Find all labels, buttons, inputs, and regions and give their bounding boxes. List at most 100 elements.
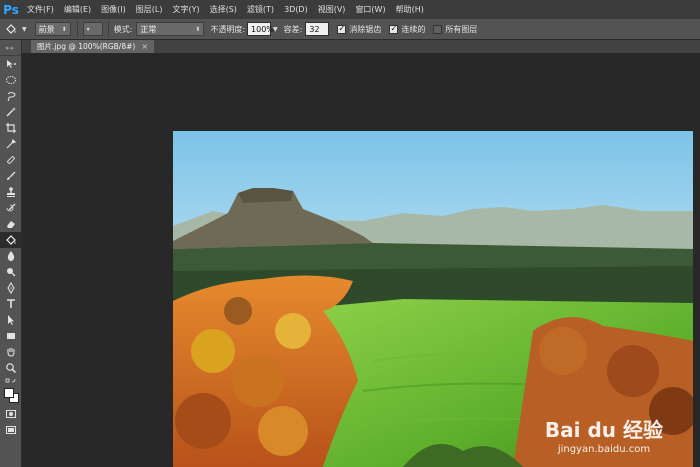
marquee-icon bbox=[6, 76, 16, 84]
quick-mask-tool[interactable] bbox=[0, 406, 22, 422]
all-layers-option[interactable]: 所有图层 bbox=[433, 24, 477, 35]
history-brush-icon bbox=[6, 203, 16, 212]
contiguous-checkbox[interactable]: ✓ bbox=[389, 24, 399, 34]
document-tab[interactable]: 图片.jpg @ 100%(RGB/8#) × bbox=[31, 40, 155, 53]
canvas-area[interactable]: Bai du 经验 jingyan.baidu.com bbox=[22, 53, 700, 467]
marquee-tool[interactable] bbox=[0, 72, 22, 88]
menu-help[interactable]: 帮助(H) bbox=[391, 0, 429, 19]
chevron-down-icon: ⬍ bbox=[195, 25, 201, 33]
tolerance-label: 容差: bbox=[283, 24, 303, 34]
mode-value: 正常 bbox=[140, 24, 157, 34]
antialias-option[interactable]: ✓ 消除锯齿 bbox=[337, 24, 381, 35]
menu-bar: Ps 文件(F) 编辑(E) 图像(I) 图层(L) 文字(Y) 选择(S) 滤… bbox=[0, 0, 700, 19]
quick-mask-icon bbox=[6, 410, 16, 418]
blur-tool[interactable] bbox=[0, 248, 22, 264]
default-colors-toggle[interactable] bbox=[0, 376, 22, 386]
move-icon bbox=[7, 60, 16, 68]
healing-brush-icon bbox=[7, 156, 15, 164]
blur-icon bbox=[7, 251, 15, 261]
antialias-label: 消除锯齿 bbox=[349, 24, 382, 34]
path-selection-tool[interactable] bbox=[0, 312, 22, 328]
paint-bucket-tool[interactable] bbox=[0, 232, 22, 248]
lasso-tool[interactable] bbox=[0, 88, 22, 104]
antialias-checkbox[interactable]: ✓ bbox=[337, 24, 347, 34]
all-layers-checkbox[interactable] bbox=[433, 24, 443, 34]
opacity-label: 不透明度: bbox=[210, 24, 246, 34]
dodge-icon bbox=[7, 268, 16, 277]
paint-bucket-icon bbox=[6, 24, 16, 34]
swap-colors-icon bbox=[5, 378, 16, 383]
hand-tool[interactable] bbox=[0, 344, 22, 360]
chevron-down-icon[interactable]: ▼ bbox=[22, 26, 27, 33]
divider bbox=[107, 21, 109, 37]
menu-file[interactable]: 文件(F) bbox=[22, 0, 59, 19]
tool-preset-picker[interactable] bbox=[0, 23, 22, 35]
healing-brush-tool[interactable] bbox=[0, 152, 22, 168]
mode-label: 模式: bbox=[113, 24, 133, 34]
pen-tool[interactable] bbox=[0, 280, 22, 296]
menu-window[interactable]: 窗口(W) bbox=[350, 0, 390, 19]
move-tool[interactable] bbox=[0, 56, 22, 72]
document-tab-title: 图片.jpg @ 100%(RGB/8#) bbox=[37, 42, 136, 51]
brush-tool[interactable] bbox=[0, 168, 22, 184]
fill-source-value: 前景 bbox=[38, 24, 55, 34]
menu-image[interactable]: 图像(I) bbox=[96, 0, 131, 19]
menu-filter[interactable]: 滤镜(T) bbox=[242, 0, 279, 19]
crop-icon bbox=[6, 123, 16, 133]
screen-mode-tool[interactable] bbox=[0, 422, 22, 438]
mode-select[interactable]: 正常 ⬍ bbox=[136, 22, 205, 36]
toolbox-grip[interactable]: ▸▸ bbox=[0, 40, 21, 56]
eyedropper-tool[interactable] bbox=[0, 136, 22, 152]
zoom-icon bbox=[6, 363, 17, 374]
watermark-url: jingyan.baidu.com bbox=[557, 444, 651, 455]
menu-type[interactable]: 文字(Y) bbox=[167, 0, 204, 19]
menu-layer[interactable]: 图层(L) bbox=[131, 0, 168, 19]
watermark: Bai du 经验 jingyan.baidu.com bbox=[545, 414, 663, 455]
close-icon[interactable]: × bbox=[141, 42, 148, 51]
color-swatches bbox=[0, 386, 22, 406]
menu-select[interactable]: 选择(S) bbox=[205, 0, 242, 19]
divider bbox=[76, 21, 78, 37]
fill-source-select[interactable]: 前景 ⬍ bbox=[34, 22, 71, 36]
paint-bucket-icon bbox=[6, 235, 16, 245]
rectangle-icon bbox=[7, 333, 15, 339]
type-tool[interactable] bbox=[0, 296, 22, 312]
opacity-input[interactable]: 100% bbox=[247, 22, 274, 36]
chevron-down-icon: ▾ bbox=[86, 25, 90, 33]
clone-stamp-tool[interactable] bbox=[0, 184, 22, 200]
eraser-tool[interactable] bbox=[0, 216, 22, 232]
zoom-tool[interactable] bbox=[0, 360, 22, 376]
document-tab-bar: 图片.jpg @ 100%(RGB/8#) × bbox=[22, 40, 700, 53]
dodge-tool[interactable] bbox=[0, 264, 22, 280]
options-bar: ▼ 前景 ⬍ ▾ 模式: 正常 ⬍ 不透明度: 100% ▼ 容差: 32 ✓ … bbox=[0, 19, 700, 40]
magic-wand-icon bbox=[6, 107, 16, 117]
eraser-icon bbox=[7, 221, 15, 228]
type-icon bbox=[7, 299, 15, 308]
menu-view[interactable]: 视图(V) bbox=[313, 0, 351, 19]
tolerance-input[interactable]: 32 bbox=[305, 22, 330, 36]
watermark-logo: Bai du 经验 bbox=[544, 418, 663, 442]
clone-stamp-icon bbox=[7, 187, 15, 197]
pattern-picker[interactable]: ▾ bbox=[82, 22, 103, 36]
menu-3d[interactable]: 3D(D) bbox=[279, 0, 313, 19]
menu-edit[interactable]: 编辑(E) bbox=[59, 0, 96, 19]
hand-icon bbox=[7, 348, 15, 357]
lasso-icon bbox=[7, 92, 16, 102]
contiguous-label: 连续的 bbox=[401, 24, 426, 34]
screen-mode-icon bbox=[6, 426, 16, 434]
path-selection-icon bbox=[8, 315, 14, 325]
foreground-color-swatch[interactable] bbox=[4, 388, 14, 398]
toolbox: ▸▸ bbox=[0, 40, 22, 467]
document-canvas[interactable]: Bai du 经验 jingyan.baidu.com bbox=[173, 131, 693, 467]
chevron-down-icon: ⬍ bbox=[61, 25, 67, 33]
all-layers-label: 所有图层 bbox=[445, 24, 478, 34]
contiguous-option[interactable]: ✓ 连续的 bbox=[389, 24, 425, 35]
history-brush-tool[interactable] bbox=[0, 200, 22, 216]
magic-wand-tool[interactable] bbox=[0, 104, 22, 120]
app-logo: Ps bbox=[3, 2, 19, 17]
pen-icon bbox=[7, 282, 15, 294]
rectangle-tool[interactable] bbox=[0, 328, 22, 344]
opacity-slider-toggle[interactable]: ▼ bbox=[273, 26, 278, 33]
brush-icon bbox=[7, 171, 16, 180]
crop-tool[interactable] bbox=[0, 120, 22, 136]
